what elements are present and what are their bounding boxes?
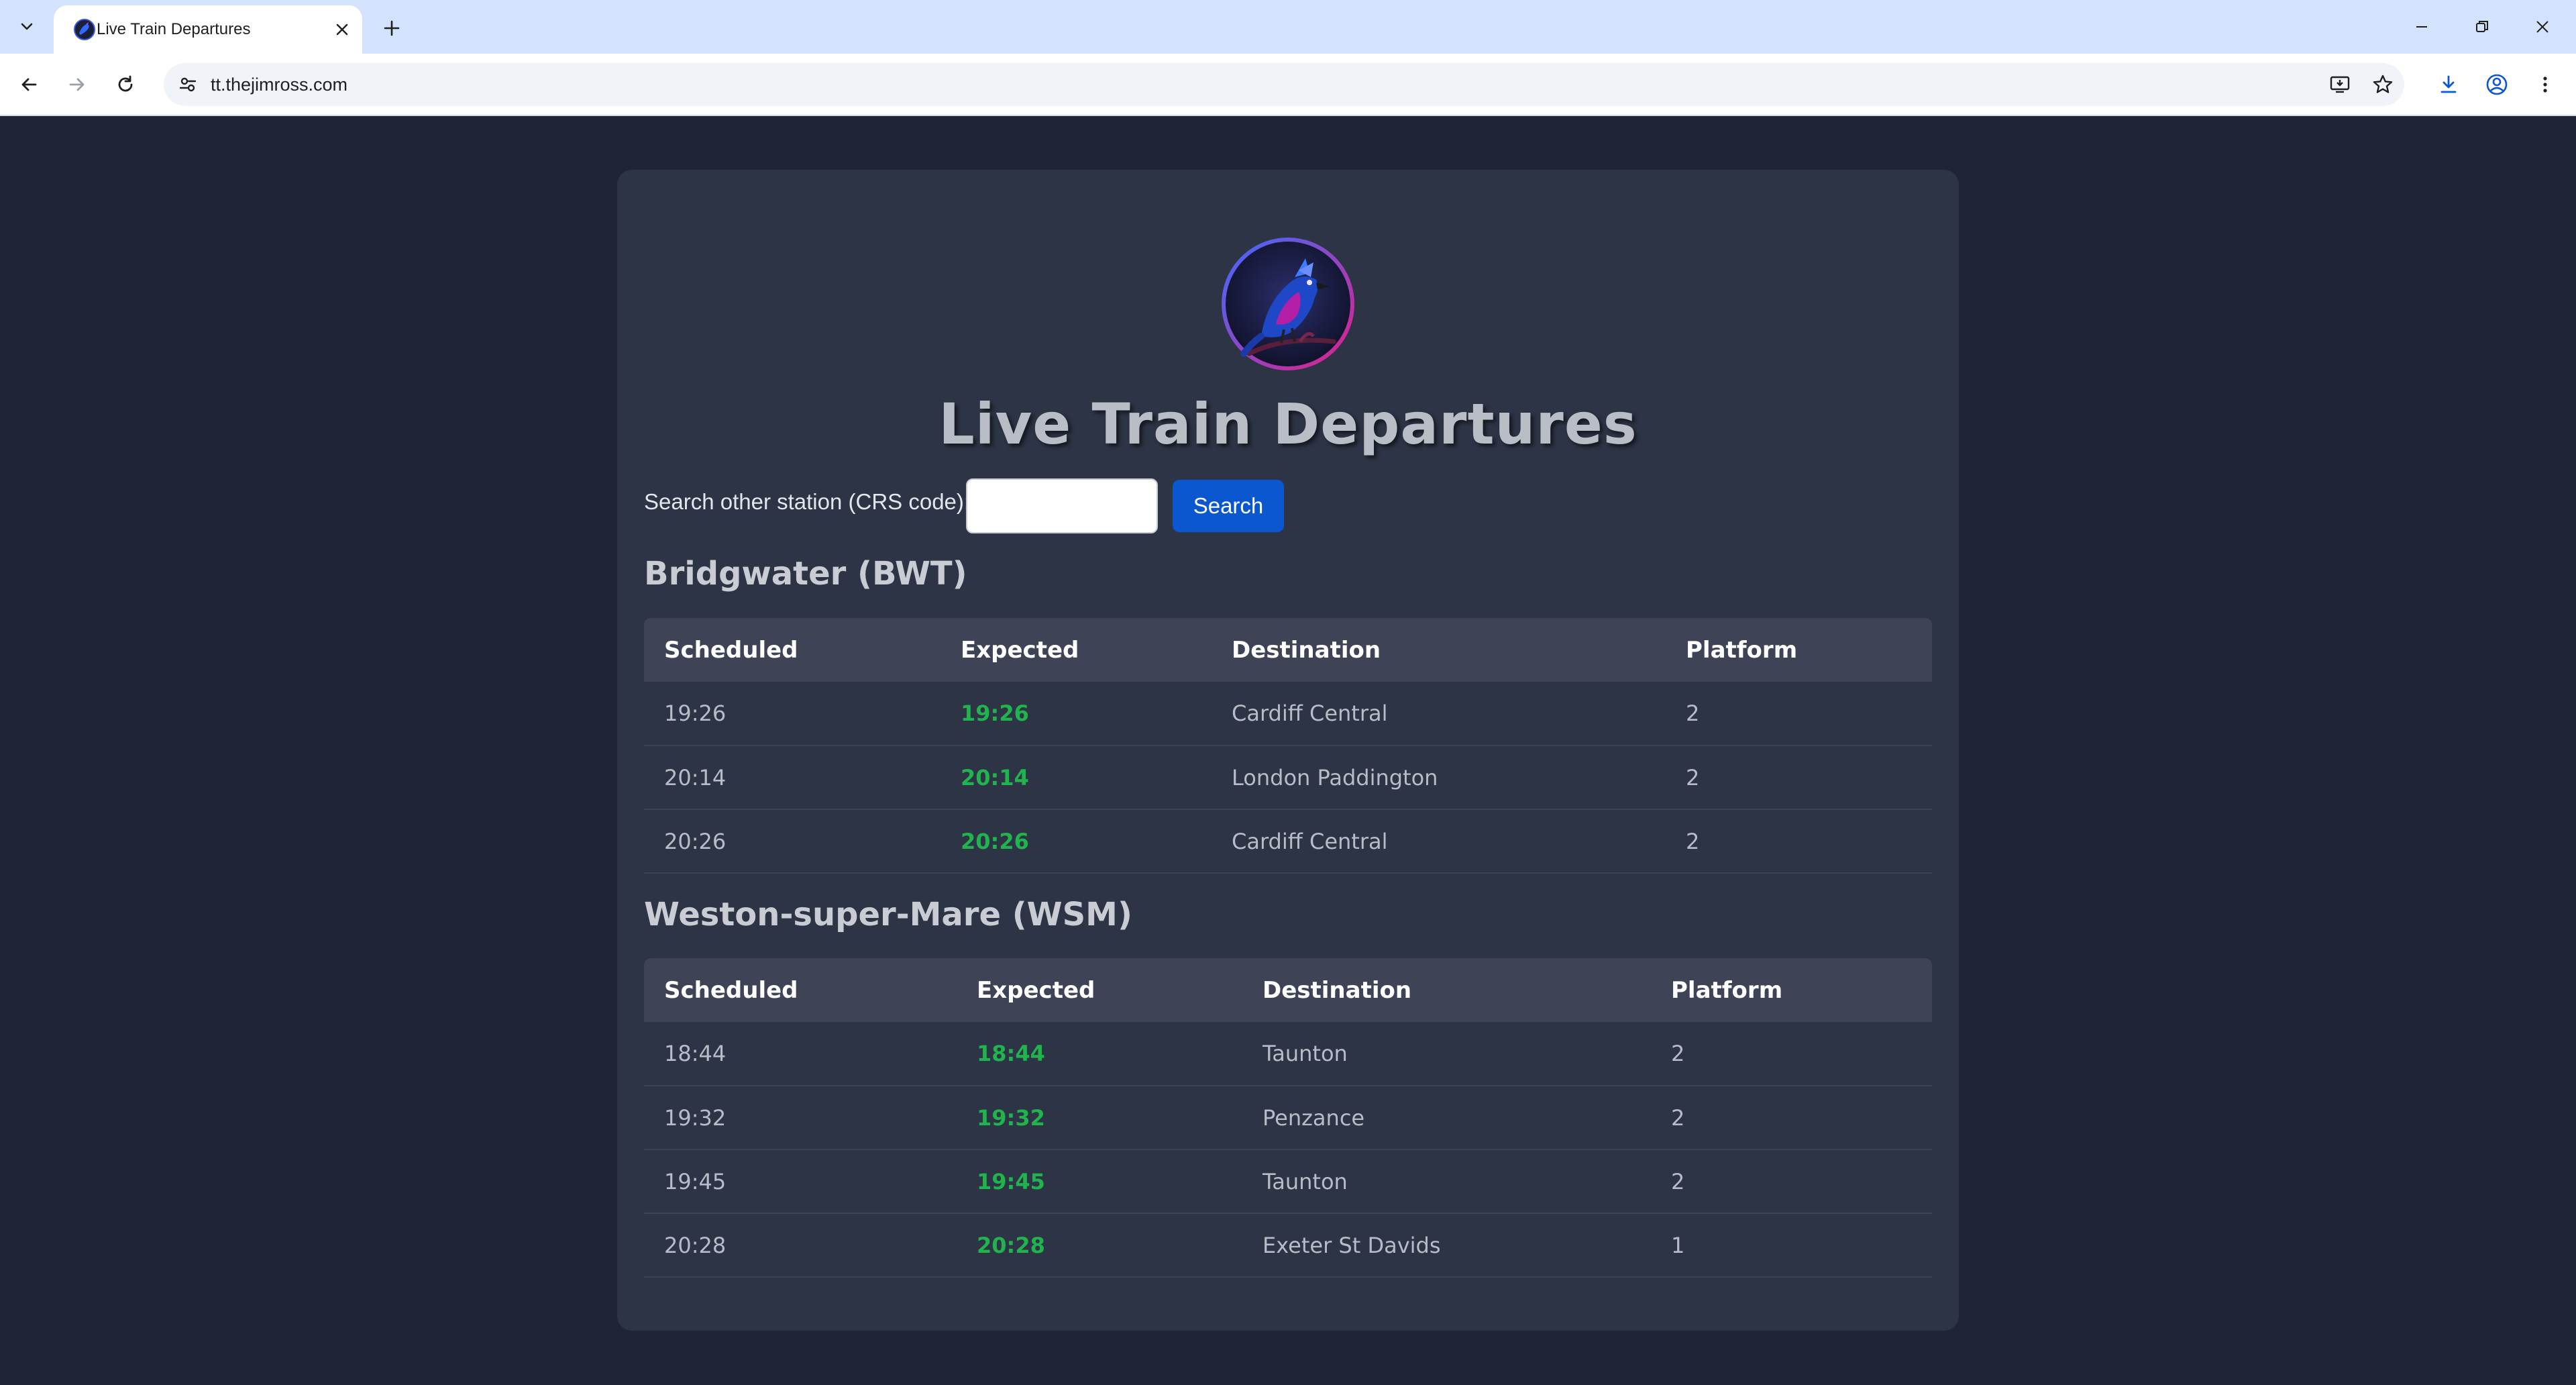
new-tab-button[interactable] — [376, 12, 408, 44]
table-row: 19:32 19:32 Penzance 2 — [644, 1086, 1932, 1149]
platform: 2 — [1686, 701, 1700, 726]
column-header-platform: Platform — [1686, 636, 1798, 664]
crs-code-input[interactable] — [966, 478, 1158, 533]
destination: Cardiff Central — [1232, 701, 1388, 726]
table-row: 19:26 19:26 Cardiff Central 2 — [644, 682, 1932, 746]
install-desktop-icon — [2330, 76, 2350, 93]
minimize-button[interactable] — [2396, 5, 2447, 48]
table-row: 18:44 18:44 Taunton 2 — [644, 1022, 1932, 1086]
chevron-down-icon — [21, 23, 33, 30]
platform: 1 — [1671, 1232, 1685, 1258]
table-header-row: Scheduled Expected Destination Platform — [644, 958, 1932, 1022]
scheduled-time: 20:26 — [664, 828, 727, 854]
restore-button[interactable] — [2457, 5, 2508, 48]
destination: Taunton — [1263, 1168, 1348, 1194]
platform: 2 — [1671, 1168, 1685, 1194]
back-button[interactable] — [11, 67, 46, 102]
browser-toolbar: tt.thejimross.com — [0, 54, 2576, 116]
arrow-left-icon — [21, 78, 37, 91]
search-label: Search other station (CRS code): — [644, 489, 971, 514]
scheduled-time: 18:44 — [664, 1041, 727, 1066]
restore-icon — [2476, 21, 2488, 32]
search-button[interactable]: Search — [1173, 480, 1284, 532]
reload-icon — [118, 75, 133, 92]
column-header-scheduled: Scheduled — [664, 976, 798, 1004]
account-circle-icon — [2486, 74, 2508, 95]
expected-time: 19:45 — [977, 1168, 1045, 1194]
close-icon — [336, 23, 348, 36]
column-header-expected: Expected — [977, 976, 1095, 1004]
install-app-button[interactable] — [2324, 68, 2356, 101]
browser-tab[interactable]: Live Train Departures — [54, 5, 362, 54]
column-header-destination: Destination — [1232, 636, 1381, 664]
station-search: Search other station (CRS code): Search — [644, 478, 1315, 533]
blue-jay-favicon-icon — [74, 19, 95, 40]
destination: Taunton — [1263, 1041, 1348, 1066]
scheduled-time: 19:26 — [664, 701, 727, 726]
column-header-platform: Platform — [1671, 976, 1783, 1004]
platform: 2 — [1686, 764, 1700, 790]
downloads-button[interactable] — [2431, 67, 2466, 102]
browser-chrome: Live Train Departures tt.thejimross.com — [0, 0, 2576, 116]
expected-time: 20:14 — [961, 764, 1029, 790]
forward-button[interactable] — [60, 67, 95, 102]
address-bar[interactable]: tt.thejimross.com — [164, 63, 2404, 106]
site-info-button[interactable] — [172, 68, 204, 101]
platform: 2 — [1671, 1105, 1685, 1131]
departures-table: Scheduled Expected Destination Platform … — [644, 958, 1932, 1278]
destination: Cardiff Central — [1232, 828, 1388, 854]
profile-button[interactable] — [2479, 67, 2514, 102]
column-header-destination: Destination — [1263, 976, 1412, 1004]
expected-time: 19:32 — [977, 1105, 1045, 1131]
table-row: 20:14 20:14 London Paddington 2 — [644, 746, 1932, 809]
table-row: 20:28 20:28 Exeter St Davids 1 — [644, 1213, 1932, 1277]
minimize-icon — [2416, 26, 2427, 28]
column-header-expected: Expected — [961, 636, 1079, 664]
platform: 2 — [1686, 828, 1700, 854]
arrow-right-icon — [69, 78, 85, 91]
scheduled-time: 20:28 — [664, 1232, 727, 1258]
close-window-button[interactable] — [2517, 5, 2568, 48]
station-title: Weston-super-Mare (WSM) — [644, 896, 1132, 933]
expected-time: 18:44 — [977, 1041, 1045, 1066]
destination: Penzance — [1263, 1105, 1365, 1131]
departures-card: Live Train Departures Search other stati… — [617, 170, 1959, 1331]
reload-button[interactable] — [108, 67, 143, 102]
more-vert-icon — [2543, 76, 2547, 93]
tab-search-button[interactable] — [8, 11, 46, 43]
expected-time: 20:26 — [961, 828, 1029, 854]
blue-jay-logo-icon — [1222, 238, 1354, 370]
destination: Exeter St Davids — [1263, 1232, 1441, 1258]
page-viewport: Live Train Departures Search other stati… — [0, 116, 2576, 1385]
departures-table: Scheduled Expected Destination Platform … — [644, 618, 1932, 874]
destination: London Paddington — [1232, 764, 1438, 790]
plus-icon — [384, 20, 400, 36]
menu-button[interactable] — [2528, 67, 2563, 102]
table-row: 19:45 19:45 Taunton 2 — [644, 1149, 1932, 1213]
tab-close-button[interactable] — [330, 17, 354, 42]
scheduled-time: 20:14 — [664, 764, 727, 790]
scheduled-time: 19:32 — [664, 1105, 727, 1131]
tab-title: Live Train Departures — [97, 20, 251, 38]
table-header-row: Scheduled Expected Destination Platform — [644, 618, 1932, 682]
tab-strip: Live Train Departures — [0, 0, 2576, 54]
platform: 2 — [1671, 1041, 1685, 1066]
tune-icon — [179, 77, 197, 92]
expected-time: 20:28 — [977, 1232, 1045, 1258]
expected-time: 19:26 — [961, 701, 1029, 726]
scheduled-time: 19:45 — [664, 1168, 727, 1194]
star-icon — [2373, 74, 2393, 93]
table-row: 20:26 20:26 Cardiff Central 2 — [644, 809, 1932, 873]
page-title: Live Train Departures — [938, 391, 1638, 457]
url-text[interactable]: tt.thejimross.com — [211, 63, 347, 106]
download-icon — [2440, 75, 2457, 93]
close-icon — [2536, 21, 2548, 33]
station-title: Bridgwater (BWT) — [644, 555, 967, 593]
column-header-scheduled: Scheduled — [664, 636, 798, 664]
bookmark-button[interactable] — [2367, 68, 2399, 101]
